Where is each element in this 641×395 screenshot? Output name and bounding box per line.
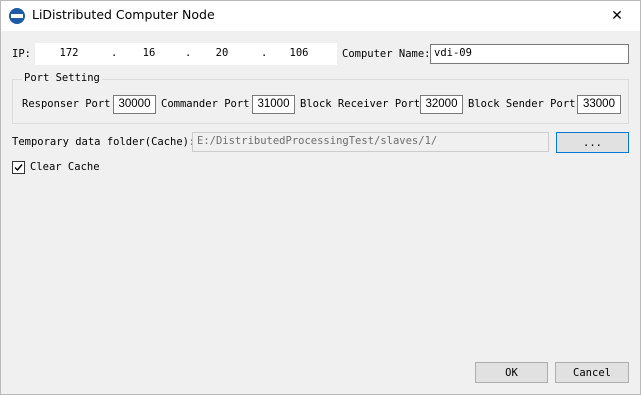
responser-port-input[interactable]: 30000 [113,95,156,114]
cache-folder-label: Temporary data folder(Cache): [12,136,196,148]
ip-separator: . [261,47,268,59]
ip-address-field[interactable]: 172 . 16 . 20 . 106 [35,43,337,65]
computer-name-input[interactable]: vdi-09 [430,44,629,64]
window-title: LiDistributed Computer Node [32,7,215,22]
browse-folder-button[interactable]: ... [556,132,629,153]
block-receiver-port-label: Block Receiver Port [300,98,421,110]
block-receiver-port-input[interactable]: 32000 [420,95,463,114]
cancel-button[interactable]: Cancel [555,362,629,383]
dialog-window: LiDistributed Computer Node ✕ IP: 172 . … [0,0,641,395]
block-sender-port-label: Block Sender Port [468,98,576,110]
ip-label: IP: [12,48,31,60]
title-bar[interactable]: LiDistributed Computer Node ✕ [1,1,640,31]
commander-port-input[interactable]: 31000 [252,95,295,114]
ip-separator: . [111,47,118,59]
port-setting-title: Port Setting [22,72,102,84]
ip-octet-1[interactable]: 172 [49,47,89,59]
clear-cache-checkbox[interactable] [12,161,25,174]
close-button[interactable]: ✕ [594,1,640,31]
app-logo-icon [9,8,25,24]
ip-octet-2[interactable]: 16 [129,47,169,59]
commander-port-label: Commander Port [161,98,250,110]
computer-name-label: Computer Name: [342,48,431,60]
cache-folder-path-field: E:/DistributedProcessingTest/slaves/1/ [192,132,549,152]
ip-separator: . [185,47,192,59]
ip-octet-3[interactable]: 20 [202,47,242,59]
ip-octet-4[interactable]: 106 [279,47,319,59]
block-sender-port-input[interactable]: 33000 [577,95,621,114]
responser-port-label: Responser Port [22,98,111,110]
ok-button[interactable]: OK [475,362,548,383]
clear-cache-label[interactable]: Clear Cache [30,161,100,173]
checkmark-icon [14,164,23,172]
